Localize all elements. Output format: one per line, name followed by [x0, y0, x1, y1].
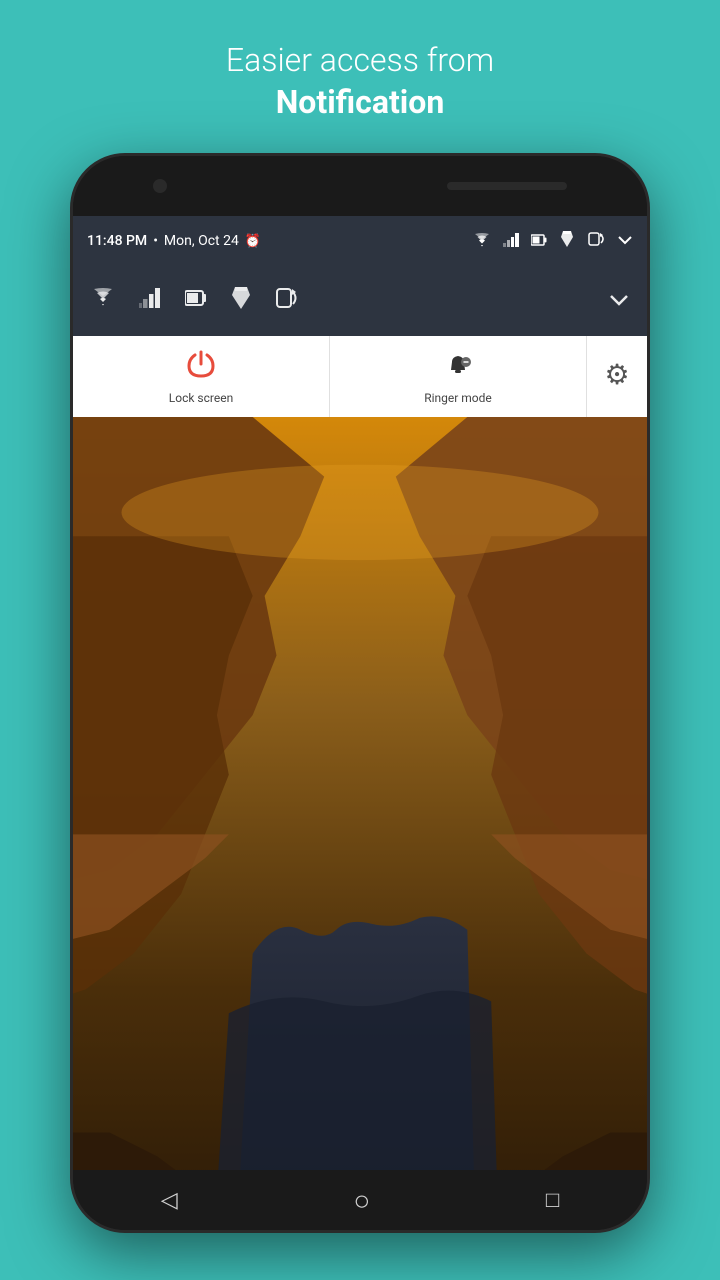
quick-settings-bar: [73, 266, 647, 336]
ringer-icon: [442, 348, 474, 387]
qs-expand-icon[interactable]: [601, 281, 637, 322]
settings-quick-button[interactable]: ⚙: [587, 336, 647, 417]
header-section: Easier access from Notification: [226, 40, 494, 123]
qs-wifi-icon[interactable]: [83, 280, 123, 322]
header-line1: Easier access from: [226, 41, 494, 79]
status-date: Mon, Oct 24: [164, 233, 239, 249]
wallpaper: [73, 417, 647, 1170]
qs-battery-icon[interactable]: [177, 280, 215, 322]
notification-panel: Lock screen Ringer mode ⚙: [73, 336, 647, 417]
status-time: 11:48 PM: [87, 233, 147, 249]
status-separator: •: [153, 233, 158, 249]
back-button[interactable]: ◁: [161, 1188, 178, 1213]
lock-screen-button[interactable]: Lock screen: [73, 336, 330, 417]
flashlight-icon: [559, 231, 575, 251]
signal-icon: [503, 232, 519, 251]
expand-icon[interactable]: [617, 232, 633, 251]
status-icons: [473, 231, 633, 251]
wifi-icon: [473, 232, 491, 251]
home-button[interactable]: ○: [353, 1184, 370, 1217]
rotate-icon: [587, 231, 605, 251]
phone-screen: 11:48 PM • Mon, Oct 24 ⏰: [73, 216, 647, 1170]
settings-gear-icon: ⚙: [604, 358, 629, 391]
battery-icon: [531, 232, 547, 251]
status-bar: 11:48 PM • Mon, Oct 24 ⏰: [73, 216, 647, 266]
qs-flashlight-icon[interactable]: [223, 279, 259, 323]
front-camera: [153, 179, 167, 193]
header-line2: Notification: [276, 83, 445, 121]
phone-frame: 11:48 PM • Mon, Oct 24 ⏰: [70, 153, 650, 1233]
ringer-mode-button[interactable]: Ringer mode: [330, 336, 587, 417]
home-screen: Play Store: [73, 417, 647, 1170]
alarm-icon: ⏰: [245, 234, 261, 249]
recents-button[interactable]: □: [546, 1187, 559, 1213]
power-icon: [185, 348, 217, 387]
ringer-mode-label: Ringer mode: [424, 391, 492, 405]
speaker-grille: [447, 182, 567, 190]
navigation-bar: ◁ ○ □: [73, 1170, 647, 1230]
qs-signal-icon[interactable]: [131, 280, 169, 322]
phone-top-bezel: [73, 156, 647, 216]
qs-rotate-icon[interactable]: [267, 279, 305, 323]
lock-screen-label: Lock screen: [169, 391, 233, 405]
